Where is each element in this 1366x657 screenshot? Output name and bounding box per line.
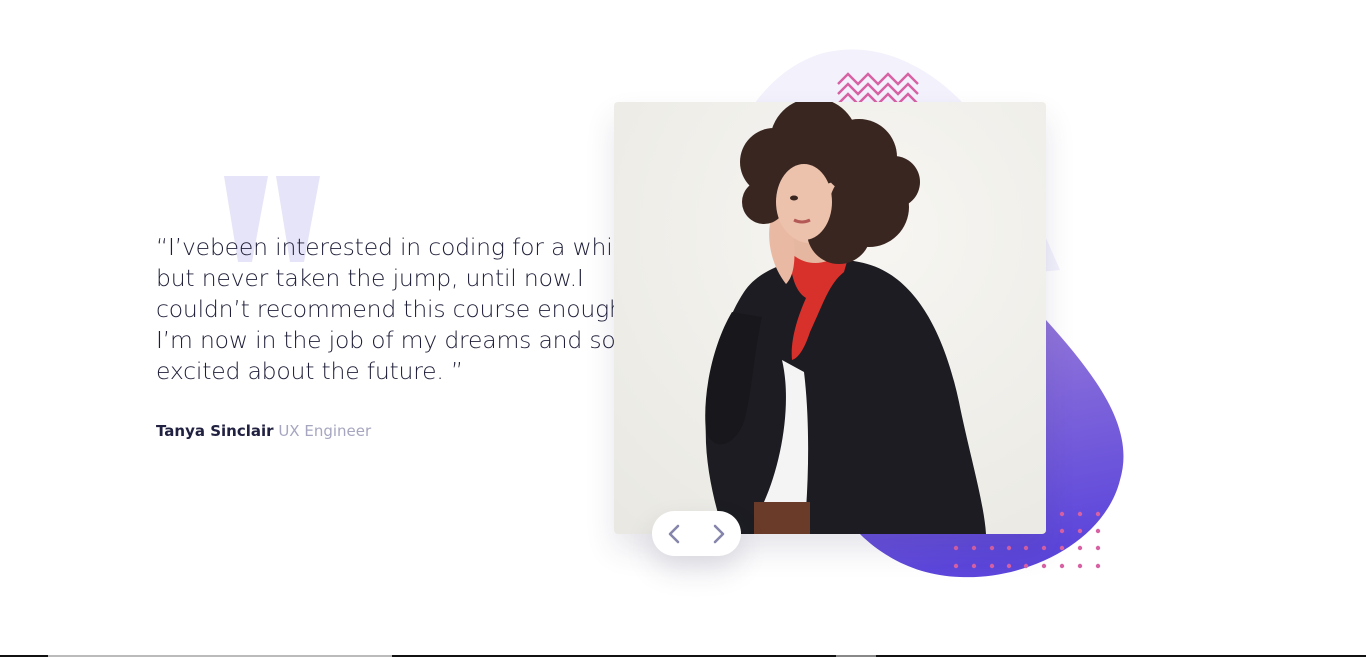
slider-navigation [652, 511, 741, 556]
testimonial-section: “I’vebeen interested in coding for a whi… [0, 0, 1366, 657]
zigzag-pattern-icon [837, 72, 919, 106]
chevron-right-icon [713, 524, 725, 543]
author-role: UX Engineer [278, 422, 372, 440]
chevron-left-icon [668, 524, 680, 543]
author-info: Tanya Sinclair UX Engineer [156, 422, 371, 440]
testimonial-quote: “I’vebeen interested in coding for a whi… [156, 233, 634, 385]
previous-button[interactable] [652, 511, 696, 556]
portrait-image [614, 102, 1046, 534]
next-button[interactable] [697, 511, 741, 556]
author-name: Tanya Sinclair [156, 422, 274, 440]
